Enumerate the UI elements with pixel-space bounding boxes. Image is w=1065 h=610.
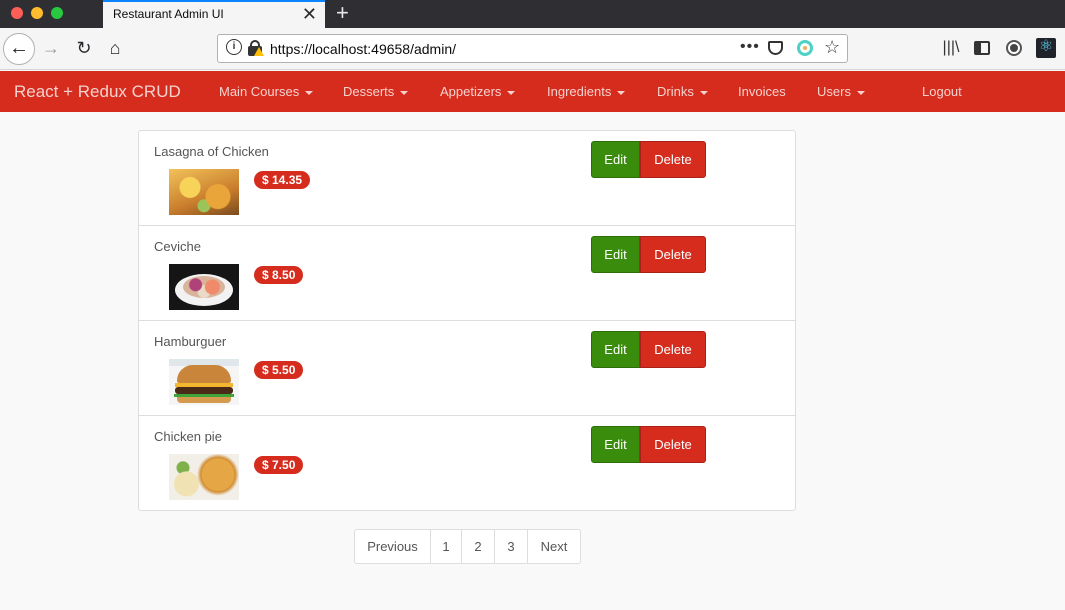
home-button[interactable]: ⌂ — [103, 36, 127, 60]
edit-button[interactable]: Edit — [591, 426, 640, 463]
menu-label: Drinks — [657, 84, 694, 99]
address-bar[interactable]: i https://localhost:49658/admin/ ••• ☆ — [217, 34, 848, 63]
react-devtools-icon[interactable] — [1036, 36, 1056, 58]
caret-down-icon — [305, 90, 314, 95]
close-window-button[interactable] — [11, 7, 23, 19]
brand-title[interactable]: React + Redux CRUD — [14, 82, 181, 102]
pagination: Previous 1 2 3 Next — [354, 529, 581, 564]
page-2-button[interactable]: 2 — [462, 530, 495, 563]
menu-label: Appetizers — [440, 84, 502, 99]
lasagna-image — [169, 169, 239, 215]
caret-down-icon — [699, 90, 708, 95]
new-tab-button[interactable]: + — [336, 0, 349, 26]
app-navbar: React + Redux CRUD Main Courses Desserts… — [0, 71, 1065, 112]
item-name: Ceviche — [154, 239, 201, 254]
price-badge: $ 7.50 — [254, 456, 304, 474]
list-item: Chicken pie $ 7.50 Edit Delete — [139, 416, 795, 511]
dark-reader-icon[interactable] — [1004, 37, 1024, 59]
item-name: Chicken pie — [154, 429, 222, 444]
caret-down-icon — [856, 90, 865, 95]
caret-down-icon — [400, 90, 409, 95]
home-icon: ⌂ — [109, 38, 121, 58]
tab-title: Restaurant Admin UI — [113, 7, 224, 21]
menu-label: Main Courses — [219, 84, 300, 99]
forward-button[interactable]: → — [39, 36, 63, 60]
menu-item-list: Lasagna of Chicken $ 14.35 Edit Delete C… — [138, 130, 796, 511]
menu-drinks[interactable]: Drinks — [657, 84, 708, 99]
edit-button[interactable]: Edit — [591, 331, 640, 368]
menu-label: Invoices — [738, 84, 786, 99]
menu-ingredients[interactable]: Ingredients — [547, 84, 626, 99]
delete-button[interactable]: Delete — [640, 236, 706, 273]
edit-button[interactable]: Edit — [591, 236, 640, 273]
menu-desserts[interactable]: Desserts — [343, 84, 409, 99]
edit-button[interactable]: Edit — [591, 141, 640, 178]
caret-down-icon — [507, 90, 516, 95]
delete-button[interactable]: Delete — [640, 331, 706, 368]
menu-main-courses[interactable]: Main Courses — [219, 84, 314, 99]
browser-tab-strip: Restaurant Admin UI ✕ + — [0, 0, 1065, 28]
browser-toolbar: ← → ↻ ⌂ i https://localhost:49658/admin/… — [0, 28, 1065, 70]
insecure-lock-icon[interactable] — [248, 40, 264, 56]
library-icon[interactable]: |||\ — [941, 37, 961, 59]
caret-down-icon — [617, 90, 626, 95]
chicken-pie-image — [169, 454, 239, 500]
menu-label: Users — [817, 84, 851, 99]
extension-icon[interactable] — [797, 40, 813, 56]
previous-page-button[interactable]: Previous — [355, 530, 431, 563]
delete-button[interactable]: Delete — [640, 141, 706, 178]
reload-icon: ↻ — [76, 38, 92, 58]
pocket-icon[interactable] — [768, 41, 783, 55]
delete-button[interactable]: Delete — [640, 426, 706, 463]
next-page-button[interactable]: Next — [528, 530, 580, 563]
item-name: Lasagna of Chicken — [154, 144, 269, 159]
logout-link[interactable]: Logout — [922, 84, 962, 99]
maximize-window-button[interactable] — [51, 7, 63, 19]
list-item: Ceviche $ 8.50 Edit Delete — [139, 226, 795, 321]
page-3-button[interactable]: 3 — [495, 530, 528, 563]
minimize-window-button[interactable] — [31, 7, 43, 19]
browser-tab[interactable]: Restaurant Admin UI ✕ — [103, 0, 325, 28]
item-name: Hamburguer — [154, 334, 227, 349]
back-button[interactable]: ← — [3, 33, 35, 65]
close-tab-icon[interactable]: ✕ — [302, 4, 317, 24]
bookmark-star-icon[interactable]: ☆ — [824, 37, 840, 58]
menu-label: Desserts — [343, 84, 395, 99]
price-badge: $ 5.50 — [254, 361, 304, 379]
page-actions-icon[interactable]: ••• — [740, 38, 760, 56]
sidebar-icon[interactable] — [972, 37, 992, 59]
price-badge: $ 14.35 — [254, 171, 311, 189]
arrow-left-icon: ← — [9, 37, 29, 59]
url-text[interactable]: https://localhost:49658/admin/ — [270, 41, 456, 57]
hamburger-image — [169, 359, 239, 405]
list-item: Hamburguer $ 5.50 Edit Delete — [139, 321, 795, 416]
price-badge: $ 8.50 — [254, 266, 304, 284]
menu-invoices[interactable]: Invoices — [738, 84, 786, 99]
menu-label: Ingredients — [547, 84, 612, 99]
menu-users[interactable]: Users — [817, 84, 865, 99]
info-icon[interactable]: i — [226, 39, 242, 55]
ceviche-image — [169, 264, 239, 310]
reload-button[interactable]: ↻ — [72, 36, 96, 60]
list-item: Lasagna of Chicken $ 14.35 Edit Delete — [139, 131, 795, 226]
page-1-button[interactable]: 1 — [431, 530, 462, 563]
arrow-right-icon: → — [42, 38, 60, 58]
menu-appetizers[interactable]: Appetizers — [440, 84, 516, 99]
